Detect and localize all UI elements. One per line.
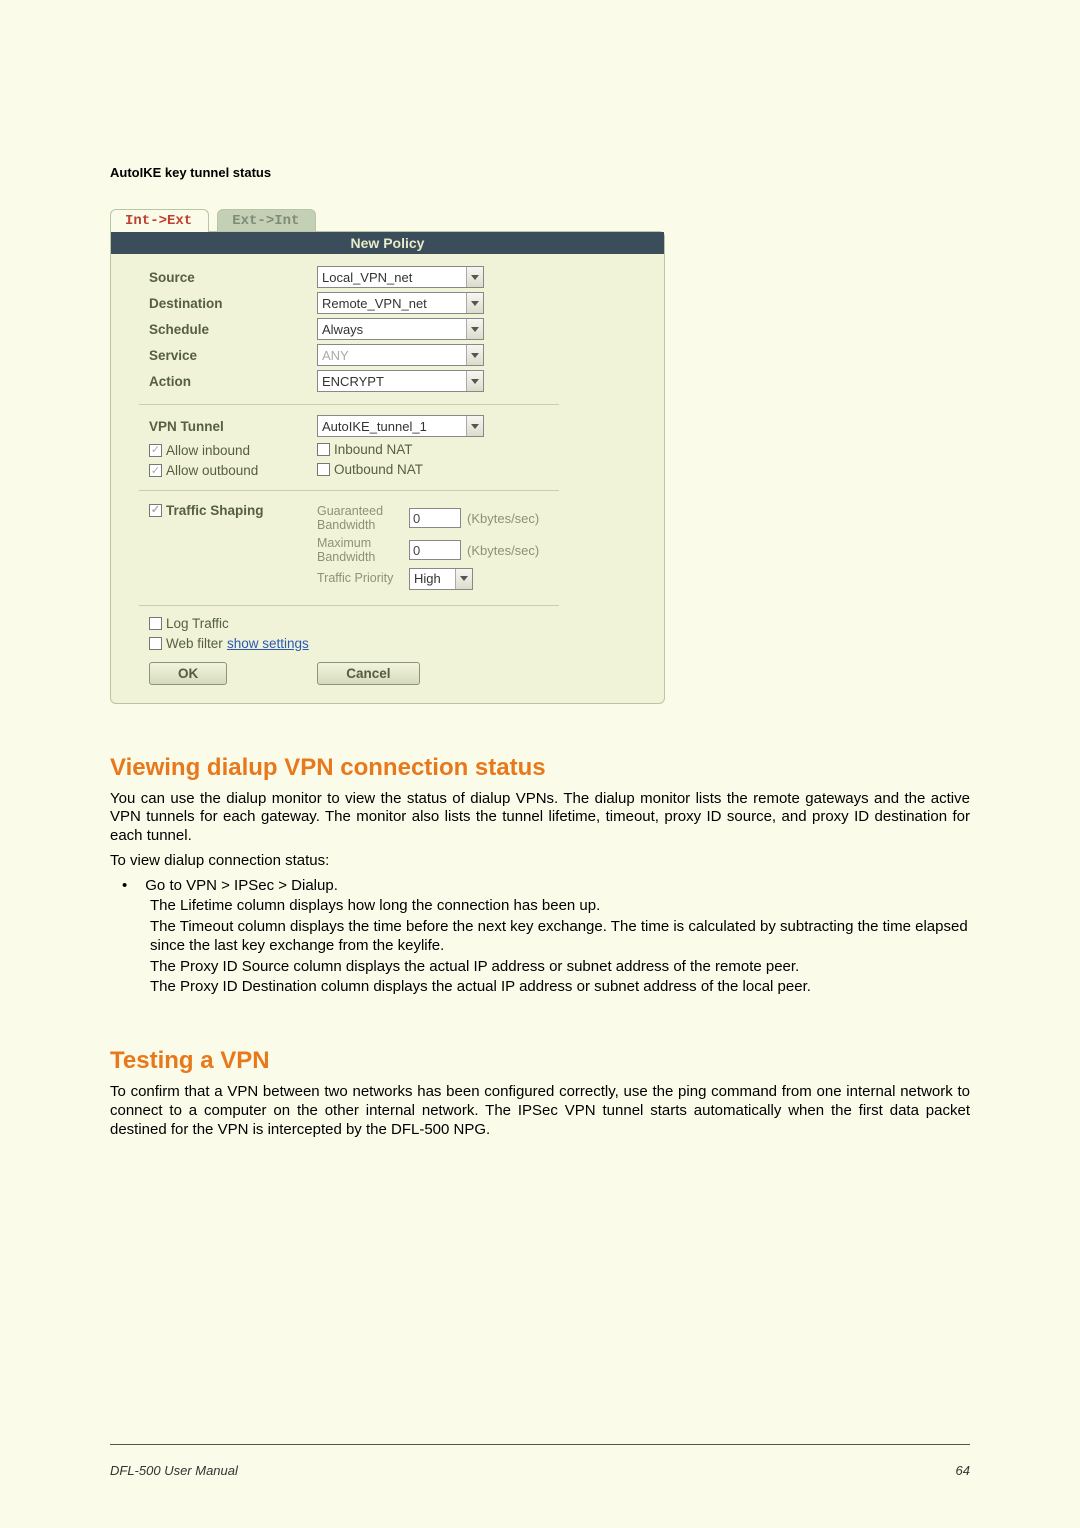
- panel-title: New Policy: [111, 232, 664, 254]
- vpn-tunnel-select[interactable]: AutoIKE_tunnel_1: [317, 415, 484, 437]
- bw-unit: (Kbytes/sec): [467, 543, 539, 558]
- sub-line: The Proxy ID Destination column displays…: [150, 978, 970, 997]
- list-item: Go to VPN > IPSec > Dialup.: [150, 877, 970, 896]
- dropdown-arrow-icon: [466, 293, 483, 313]
- guaranteed-bw-input[interactable]: [409, 508, 461, 528]
- traffic-priority-value: High: [414, 571, 441, 586]
- maximum-bw-label: Maximum Bandwidth: [317, 536, 409, 565]
- footer-title: DFL-500 User Manual: [110, 1463, 238, 1478]
- dropdown-arrow-icon: [466, 416, 483, 436]
- schedule-label: Schedule: [149, 322, 317, 337]
- dropdown-arrow-icon: [466, 267, 483, 287]
- paragraph: You can use the dialup monitor to view t…: [110, 790, 970, 846]
- paragraph: To view dialup connection status:: [110, 852, 970, 871]
- dropdown-arrow-icon: [466, 371, 483, 391]
- sub-line: The Proxy ID Source column displays the …: [150, 958, 970, 977]
- traffic-shaping-checkbox[interactable]: ✓Traffic Shaping: [149, 503, 264, 518]
- ok-button[interactable]: OK: [149, 662, 227, 685]
- sub-line: The Timeout column displays the time bef…: [150, 918, 970, 956]
- bw-unit: (Kbytes/sec): [467, 511, 539, 526]
- heading-viewing-dialup: Viewing dialup VPN connection status: [110, 754, 970, 782]
- dropdown-arrow-icon: [466, 319, 483, 339]
- source-select[interactable]: Local_VPN_net: [317, 266, 484, 288]
- outbound-nat-checkbox[interactable]: Outbound NAT: [317, 462, 423, 477]
- cancel-button[interactable]: Cancel: [317, 662, 419, 685]
- schedule-select-value: Always: [322, 322, 363, 337]
- destination-select[interactable]: Remote_VPN_net: [317, 292, 484, 314]
- maximum-bw-input[interactable]: [409, 540, 461, 560]
- sub-line: The Lifetime column displays how long th…: [150, 897, 970, 916]
- log-traffic-checkbox[interactable]: Log Traffic: [149, 616, 229, 631]
- vpn-tunnel-select-value: AutoIKE_tunnel_1: [322, 419, 427, 434]
- traffic-shaping-label: Traffic Shaping: [166, 503, 264, 518]
- service-select-value: ANY: [322, 348, 349, 363]
- allow-outbound-label: Allow outbound: [166, 463, 258, 478]
- service-select[interactable]: ANY: [317, 344, 484, 366]
- action-label: Action: [149, 374, 317, 389]
- tab-int-ext[interactable]: Int->Ext: [110, 209, 209, 232]
- tab-ext-int[interactable]: Ext->Int: [217, 209, 316, 232]
- schedule-select[interactable]: Always: [317, 318, 484, 340]
- inbound-nat-label: Inbound NAT: [334, 442, 413, 457]
- action-select-value: ENCRYPT: [322, 374, 384, 389]
- action-select[interactable]: ENCRYPT: [317, 370, 484, 392]
- allow-inbound-label: Allow inbound: [166, 443, 250, 458]
- allow-outbound-checkbox[interactable]: ✓Allow outbound: [149, 463, 258, 478]
- log-traffic-label: Log Traffic: [166, 616, 229, 631]
- guaranteed-bw-label: Guaranteed Bandwidth: [317, 504, 409, 533]
- destination-label: Destination: [149, 296, 317, 311]
- outbound-nat-label: Outbound NAT: [334, 462, 423, 477]
- allow-inbound-checkbox[interactable]: ✓Allow inbound: [149, 443, 250, 458]
- source-label: Source: [149, 270, 317, 285]
- source-select-value: Local_VPN_net: [322, 270, 412, 285]
- web-filter-checkbox[interactable]: Web filter: [149, 636, 223, 651]
- page-footer: DFL-500 User Manual 64: [110, 1444, 970, 1478]
- destination-select-value: Remote_VPN_net: [322, 296, 427, 311]
- traffic-priority-select[interactable]: High: [409, 568, 473, 590]
- heading-testing-vpn: Testing a VPN: [110, 1047, 970, 1075]
- service-label: Service: [149, 348, 317, 363]
- dropdown-arrow-icon: [466, 345, 483, 365]
- web-filter-label: Web filter: [166, 636, 223, 651]
- traffic-priority-label: Traffic Priority: [317, 571, 409, 585]
- vpn-tunnel-label: VPN Tunnel: [149, 419, 317, 434]
- paragraph: To confirm that a VPN between two networ…: [110, 1083, 970, 1139]
- page-number: 64: [956, 1463, 970, 1478]
- show-settings-link[interactable]: show settings: [227, 636, 309, 651]
- tab-row: Int->Ext Ext->Int: [110, 208, 970, 231]
- inbound-nat-checkbox[interactable]: Inbound NAT: [317, 442, 413, 457]
- dropdown-arrow-icon: [455, 569, 472, 589]
- figure-caption: AutoIKE key tunnel status: [110, 165, 970, 180]
- new-policy-panel: New Policy Source Local_VPN_net Destinat…: [110, 231, 665, 704]
